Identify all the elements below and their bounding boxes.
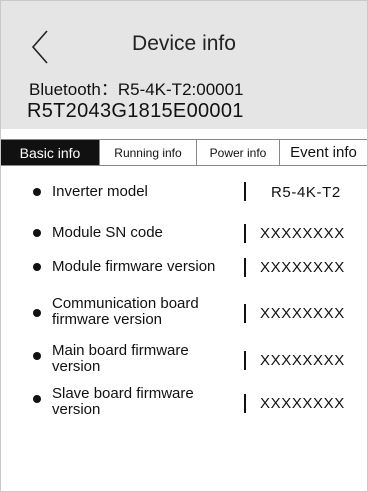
device-serial: R5T2043G1815E00001 [27, 100, 244, 122]
tab-basic-info[interactable]: Basic info [1, 140, 100, 165]
list-item: Communication board firmware version XXX… [1, 294, 367, 330]
tab-running-info[interactable]: Running info [100, 140, 197, 165]
row-value: XXXXXXXX [260, 259, 345, 276]
tab-bar: Basic info Running info Power info Event… [1, 139, 367, 166]
page-title: Device info [132, 32, 236, 55]
list-item: Inverter model R5-4K-T2 [1, 180, 367, 204]
row-value: R5-4K-T2 [271, 184, 341, 201]
row-value: XXXXXXXX [260, 305, 345, 322]
bullet [33, 263, 41, 271]
row-value: XXXXXXXX [260, 395, 345, 412]
list-item: Module SN code XXXXXXXX [1, 221, 367, 245]
separator [244, 258, 246, 277]
row-label: Main board firmware version [52, 342, 189, 375]
list-item: Slave board firmware version XXXXXXXX [1, 384, 367, 420]
device-info-screen: Device info Bluetooth：R5-4K-T2:00001 R5T… [0, 0, 368, 492]
tab-power-info[interactable]: Power info [197, 140, 280, 165]
tab-event-info[interactable]: Event info [280, 140, 367, 165]
row-label: Inverter model [52, 183, 148, 200]
bluetooth-name: Bluetooth：R5-4K-T2:00001 [29, 80, 244, 99]
row-label: Module firmware version [52, 258, 216, 275]
separator [244, 304, 246, 323]
separator [244, 394, 246, 413]
separator [244, 351, 246, 370]
bullet [33, 229, 41, 237]
separator [244, 182, 246, 201]
list-item: Main board firmware version XXXXXXXX [1, 341, 367, 377]
separator [244, 224, 246, 243]
row-label: Communication board firmware version [52, 295, 199, 328]
row-label: Slave board firmware version [52, 385, 194, 418]
row-value: XXXXXXXX [260, 225, 345, 242]
row-label: Module SN code [52, 224, 163, 241]
bullet [33, 188, 41, 196]
bullet [33, 309, 41, 317]
header: Device info Bluetooth：R5-4K-T2:00001 R5T… [1, 1, 367, 129]
row-value: XXXXXXXX [260, 352, 345, 369]
bullet [33, 352, 41, 360]
list-item: Module firmware version XXXXXXXX [1, 255, 367, 279]
bullet [33, 395, 41, 403]
